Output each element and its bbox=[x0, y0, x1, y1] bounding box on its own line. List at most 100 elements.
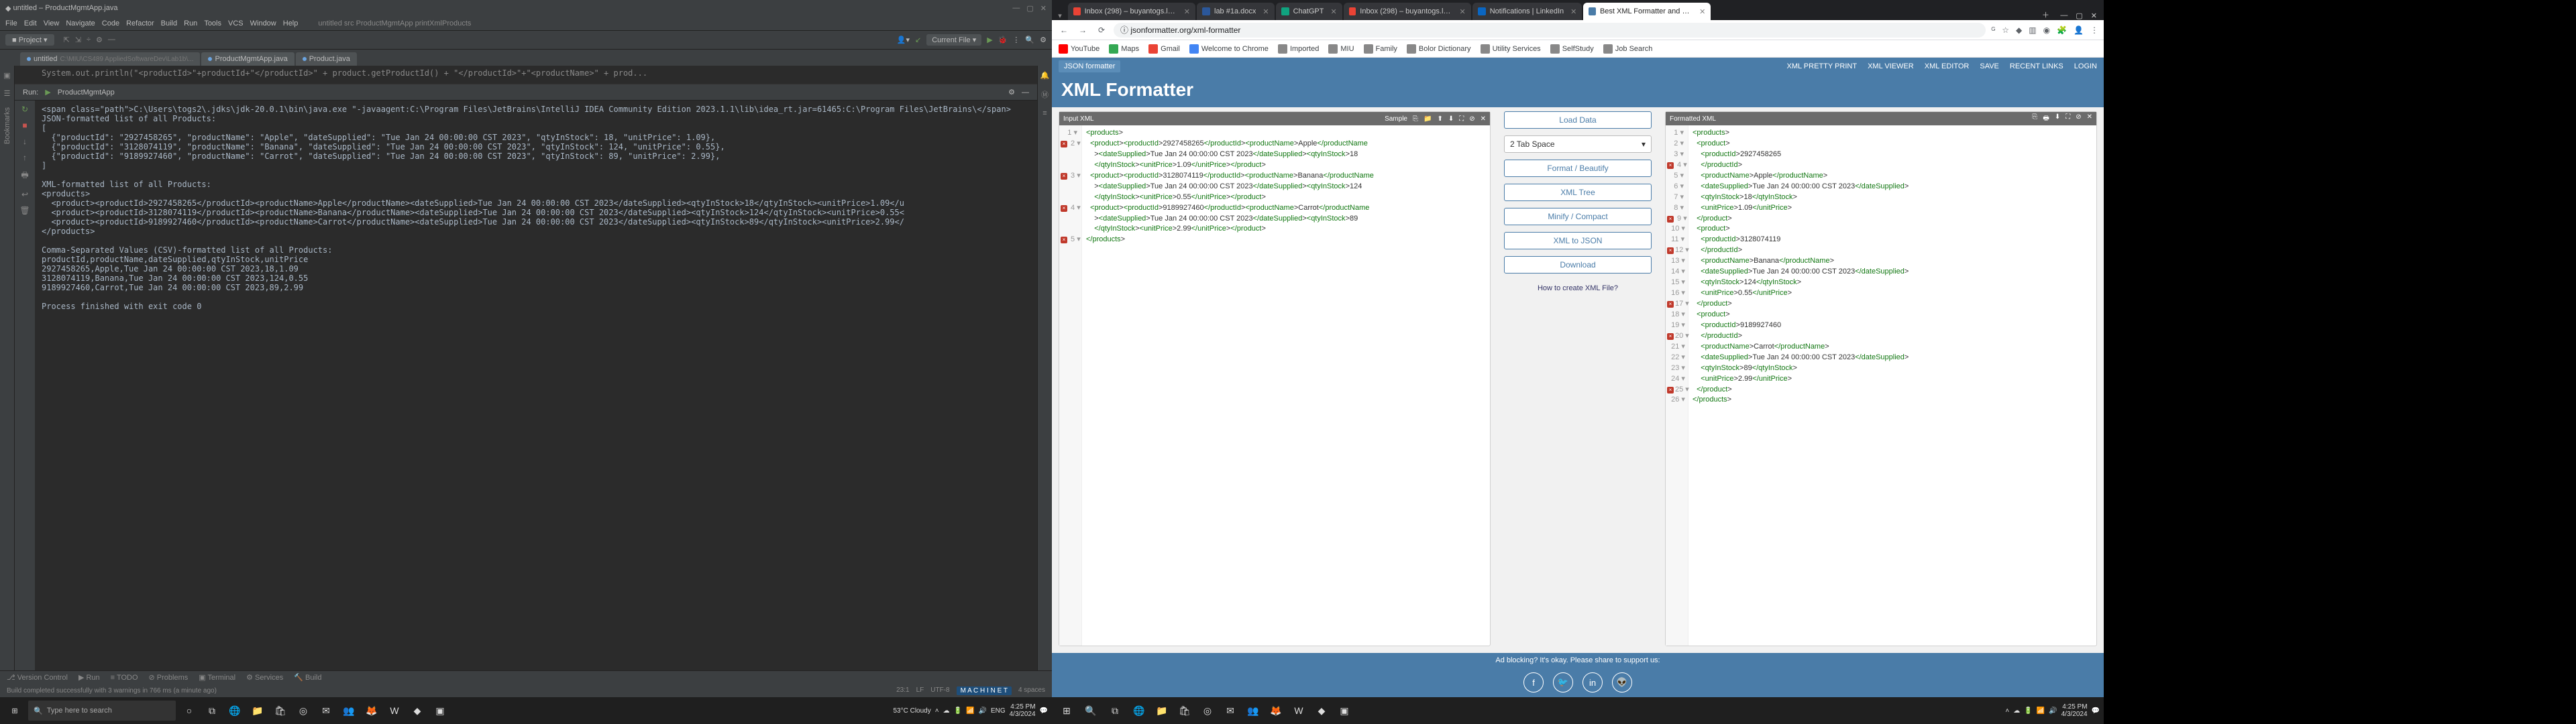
trash-icon[interactable]: 🗑 bbox=[19, 206, 30, 215]
tab-close-icon[interactable]: ✕ bbox=[1699, 7, 1705, 16]
download-icon[interactable]: ⬇ bbox=[1448, 115, 1454, 123]
settings-icon[interactable]: ⚙ bbox=[1040, 36, 1046, 44]
new-tab-button[interactable]: ＋ bbox=[2037, 9, 2053, 20]
tab-close-icon[interactable]: ✕ bbox=[1184, 7, 1190, 16]
store-icon[interactable]: 🛍 bbox=[270, 700, 291, 721]
battery-icon-2[interactable]: 🔋 bbox=[2024, 707, 2032, 715]
console-output[interactable]: <span class="path">C:\Users\togs2\.jdks\… bbox=[35, 101, 1037, 670]
menu-help[interactable]: Help bbox=[283, 19, 299, 27]
structure-tool-icon[interactable]: ☰ bbox=[4, 89, 11, 98]
howto-link[interactable]: How to create XML File? bbox=[1538, 284, 1618, 292]
action-center-icon-2[interactable]: 💬 bbox=[2092, 707, 2100, 715]
chrome-tab-2[interactable]: ChatGPT✕ bbox=[1276, 3, 1342, 20]
close-panel-icon[interactable]: ✕ bbox=[1481, 115, 1486, 123]
m-tool-icon[interactable]: Ⓜ bbox=[1041, 89, 1049, 100]
search-icon[interactable]: 🔍 bbox=[1025, 36, 1034, 44]
chrome-tab-1[interactable]: lab #1a.docx✕ bbox=[1197, 3, 1275, 20]
close-icon[interactable]: ✕ bbox=[1040, 4, 1046, 13]
nav-recent[interactable]: RECENT LINKS bbox=[2010, 62, 2063, 70]
taskbar-clock-2[interactable]: 4:25 PM4/3/2024 bbox=[2061, 703, 2088, 718]
tab-close-icon[interactable]: ✕ bbox=[1459, 7, 1465, 16]
menu-window[interactable]: Window bbox=[250, 19, 276, 27]
menu-view[interactable]: View bbox=[44, 19, 60, 27]
tab-productmgmtapp[interactable]: ProductMgmtApp.java bbox=[201, 52, 294, 66]
project-dropdown[interactable]: ■ Project ▾ bbox=[5, 34, 54, 46]
nav-viewer[interactable]: XML VIEWER bbox=[1868, 62, 1914, 70]
play-icon[interactable]: ▶ bbox=[987, 36, 992, 44]
menu-code[interactable]: Code bbox=[102, 19, 119, 27]
nav-pretty[interactable]: XML PRETTY PRINT bbox=[1787, 62, 1858, 70]
facebook-icon[interactable]: f bbox=[1523, 672, 1544, 692]
onedrive-icon-2[interactable]: ☁ bbox=[2013, 707, 2020, 715]
input-editor[interactable]: 1 ▾ × 2 ▾ × 3 ▾ × 4 ▾ × 5 ▾ <products> <… bbox=[1059, 125, 1490, 646]
teams-icon[interactable]: 👥 bbox=[338, 700, 360, 721]
translate-icon[interactable]: ᴳ bbox=[1991, 25, 1995, 35]
user-icon[interactable]: 👤▾ bbox=[897, 36, 910, 44]
menu-edit[interactable]: Edit bbox=[24, 19, 37, 27]
gear-icon[interactable]: ⚙ bbox=[96, 36, 103, 44]
store-icon-2[interactable]: 🛍 bbox=[1174, 700, 1195, 721]
chrome-minimize-icon[interactable]: — bbox=[2060, 11, 2068, 20]
start-button[interactable]: ⊞ bbox=[4, 700, 25, 721]
explorer-icon-2[interactable]: 📁 bbox=[1151, 700, 1173, 721]
menu-navigate[interactable]: Navigate bbox=[66, 19, 95, 27]
xml-tree-button[interactable]: XML Tree bbox=[1504, 184, 1652, 201]
nav-editor[interactable]: XML EDITOR bbox=[1925, 62, 1970, 70]
bookmark-miu[interactable]: MIU bbox=[1328, 44, 1354, 54]
extensions-icon[interactable]: 🧩 bbox=[2057, 25, 2067, 35]
tray-chevron-icon-2[interactable]: ˄ bbox=[2005, 707, 2009, 715]
to-json-button[interactable]: XML to JSON bbox=[1504, 232, 1652, 249]
download-button[interactable]: Download bbox=[1504, 256, 1652, 274]
reddit-icon[interactable]: 👽 bbox=[1612, 672, 1632, 692]
taskview-icon-2[interactable]: ⧉ bbox=[1104, 700, 1126, 721]
breadcrumb[interactable]: untitled src ProductMgmtApp printXmlProd… bbox=[318, 19, 471, 27]
print-icon[interactable]: 🖶 bbox=[21, 169, 28, 183]
bookmark-utility-services[interactable]: Utility Services bbox=[1481, 44, 1541, 54]
expand-icon[interactable]: ⇱ bbox=[64, 36, 70, 44]
address-bar[interactable]: ⓘ jsonformatter.org/xml-formatter bbox=[1114, 23, 1986, 38]
explorer-icon[interactable]: 📁 bbox=[247, 700, 268, 721]
firefox-icon[interactable]: 🦊 bbox=[361, 700, 382, 721]
mail-icon-2[interactable]: ✉ bbox=[1220, 700, 1241, 721]
stop-icon[interactable]: ■ bbox=[22, 121, 27, 130]
bookmark-maps[interactable]: Maps bbox=[1109, 44, 1139, 54]
nav-login[interactable]: LOGIN bbox=[2074, 62, 2097, 70]
bookmark-imported[interactable]: Imported bbox=[1278, 44, 1319, 54]
tray-chevron-icon[interactable]: ˄ bbox=[935, 707, 939, 715]
site-info-icon[interactable]: ⓘ bbox=[1120, 24, 1128, 36]
bookmark-family[interactable]: Family bbox=[1364, 44, 1397, 54]
close-out-icon[interactable]: ✕ bbox=[2087, 113, 2092, 125]
rerun-icon[interactable]: ↻ bbox=[21, 105, 28, 114]
run-config[interactable]: Current File ▾ bbox=[926, 34, 981, 46]
collapse-icon[interactable]: ⇲ bbox=[75, 36, 81, 44]
volume-icon-2[interactable]: 🔊 bbox=[2049, 707, 2057, 715]
softwrap-icon[interactable]: ↩ bbox=[21, 190, 28, 199]
bookmark-welcome-to-chrome[interactable]: Welcome to Chrome bbox=[1189, 44, 1269, 54]
forward-button[interactable]: → bbox=[1076, 25, 1089, 35]
chrome-tab-5[interactable]: Best XML Formatter and XML ...✕ bbox=[1583, 3, 1711, 20]
print-out-icon[interactable]: 🖶 bbox=[2043, 113, 2049, 125]
tab-search-icon[interactable]: ▾ bbox=[1052, 11, 1068, 20]
build-tab[interactable]: 🔨 Build bbox=[294, 673, 321, 682]
cortana-icon[interactable]: ○ bbox=[178, 700, 200, 721]
run-hide-icon[interactable]: — bbox=[1022, 88, 1029, 97]
bookmarks-tool[interactable]: Bookmarks bbox=[3, 107, 11, 144]
menu-file[interactable]: File bbox=[5, 19, 17, 27]
battery-icon[interactable]: 🔋 bbox=[954, 707, 962, 715]
volume-icon[interactable]: 🔊 bbox=[978, 707, 986, 715]
chrome-menu-icon[interactable]: ⋮ bbox=[2090, 25, 2098, 35]
edge-icon[interactable]: 🌐 bbox=[224, 700, 246, 721]
ext3-icon[interactable]: ◉ bbox=[2043, 25, 2050, 35]
debug-icon[interactable]: 🐞 bbox=[998, 36, 1008, 44]
word-icon[interactable]: W bbox=[384, 700, 405, 721]
fullscreen-out-icon[interactable]: ⛶ bbox=[2065, 113, 2070, 125]
start-button-2[interactable]: ⊞ bbox=[1056, 700, 1077, 721]
firefox-icon-2[interactable]: 🦊 bbox=[1265, 700, 1287, 721]
terminal-icon[interactable]: ▣ bbox=[429, 700, 451, 721]
menu-build[interactable]: Build bbox=[161, 19, 177, 27]
tab-product[interactable]: Product.java bbox=[296, 52, 357, 66]
menu-tools[interactable]: Tools bbox=[204, 19, 221, 27]
clear-out-icon[interactable]: ⊘ bbox=[2076, 113, 2081, 125]
action-center-icon[interactable]: 💬 bbox=[1040, 707, 1048, 715]
taskview-icon[interactable]: ⧉ bbox=[201, 700, 223, 721]
